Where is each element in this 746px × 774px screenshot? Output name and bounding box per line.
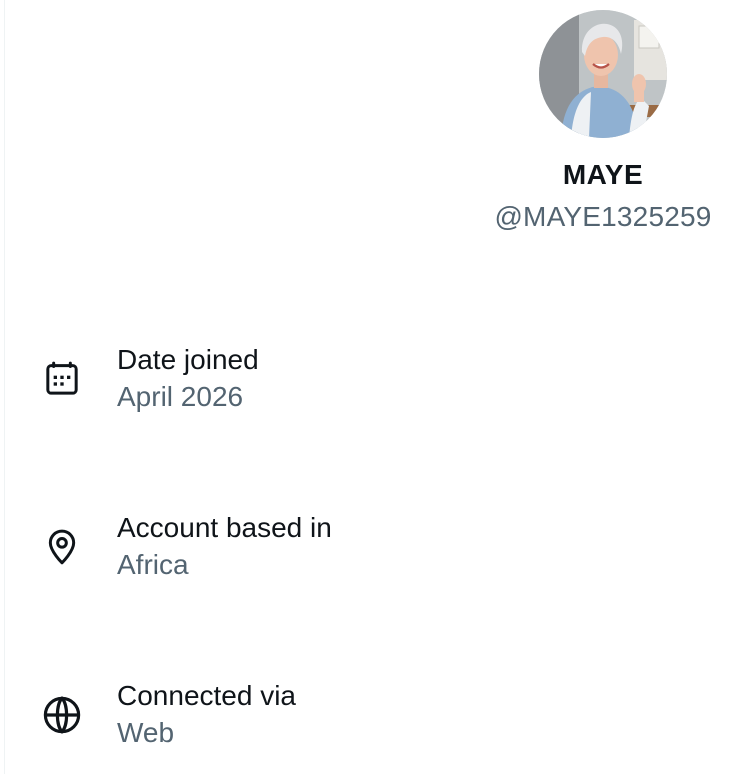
about-account-panel: MAYE @MAYE1325259 Date joined April 2026 [0, 0, 746, 774]
user-handle: @MAYE1325259 [494, 201, 712, 232]
panel-divider [4, 0, 5, 774]
connected-via-label: Connected via [117, 680, 297, 711]
display-name: MAYE [562, 159, 644, 190]
avatar[interactable] [539, 10, 667, 138]
avatar-photo [539, 10, 667, 138]
info-row-account-based-in: Account based in Africa [40, 510, 332, 584]
location-pin-icon [40, 525, 84, 569]
account-based-value: Africa [117, 549, 189, 580]
account-based-label: Account based in [117, 512, 332, 543]
calendar-icon [40, 357, 84, 401]
info-row-connected-via: Connected via Web [40, 678, 296, 752]
connected-via-value: Web [117, 717, 175, 748]
globe-icon [40, 693, 84, 737]
info-row-date-joined: Date joined April 2026 [40, 342, 259, 416]
profile-header: MAYE @MAYE1325259 [480, 10, 726, 234]
date-joined-label: Date joined [117, 344, 259, 375]
date-joined-value: April 2026 [117, 381, 244, 412]
